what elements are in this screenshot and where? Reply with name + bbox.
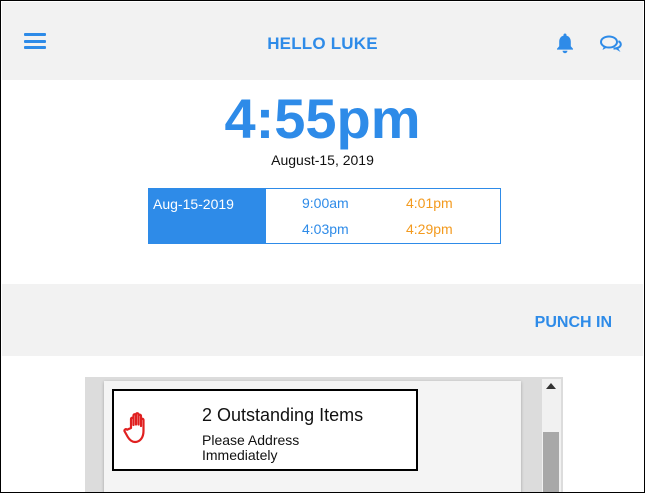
current-time: 4:55pm bbox=[224, 87, 421, 150]
punch-in-time: 9:00am bbox=[302, 195, 349, 211]
current-date: August-15, 2019 bbox=[271, 152, 374, 168]
alerts-panel: 2 Outstanding Items Please Address Immed… bbox=[85, 377, 563, 492]
action-bar: PUNCH IN bbox=[2, 284, 643, 356]
punch-log-row: 9:00am 4:01pm bbox=[266, 195, 500, 217]
punch-log-date: Aug-15-2019 bbox=[149, 189, 266, 243]
alert-subtitle: Please Address Immediately bbox=[202, 432, 300, 463]
scroll-up-arrow-icon[interactable] bbox=[546, 383, 556, 389]
app-frame: HELLO LUKE 4:55pm August-15, 2019 Aug-15… bbox=[0, 0, 645, 493]
punch-in-time: 4:03pm bbox=[302, 221, 349, 237]
outstanding-items-alert[interactable]: 2 Outstanding Items Please Address Immed… bbox=[112, 389, 418, 471]
app-header: HELLO LUKE bbox=[2, 2, 643, 80]
punch-out-time: 4:29pm bbox=[406, 221, 453, 237]
punch-out-time: 4:01pm bbox=[406, 195, 453, 211]
header-title: HELLO LUKE bbox=[267, 34, 378, 53]
alerts-scrollbar[interactable] bbox=[542, 379, 561, 492]
punch-in-button[interactable]: PUNCH IN bbox=[535, 314, 612, 332]
alert-card: 2 Outstanding Items Please Address Immed… bbox=[104, 381, 521, 492]
alert-title: 2 Outstanding Items bbox=[202, 405, 364, 425]
punch-log-times: 9:00am 4:01pm 4:03pm 4:29pm bbox=[266, 189, 500, 243]
punch-log-row: 4:03pm 4:29pm bbox=[266, 221, 500, 243]
scrollbar-thumb[interactable] bbox=[543, 432, 559, 492]
stop-hand-icon bbox=[123, 412, 145, 444]
bell-icon[interactable] bbox=[555, 32, 575, 54]
punch-log-table: Aug-15-2019 9:00am 4:01pm 4:03pm 4:29pm bbox=[148, 188, 501, 244]
chat-bubbles-icon[interactable] bbox=[599, 34, 623, 54]
